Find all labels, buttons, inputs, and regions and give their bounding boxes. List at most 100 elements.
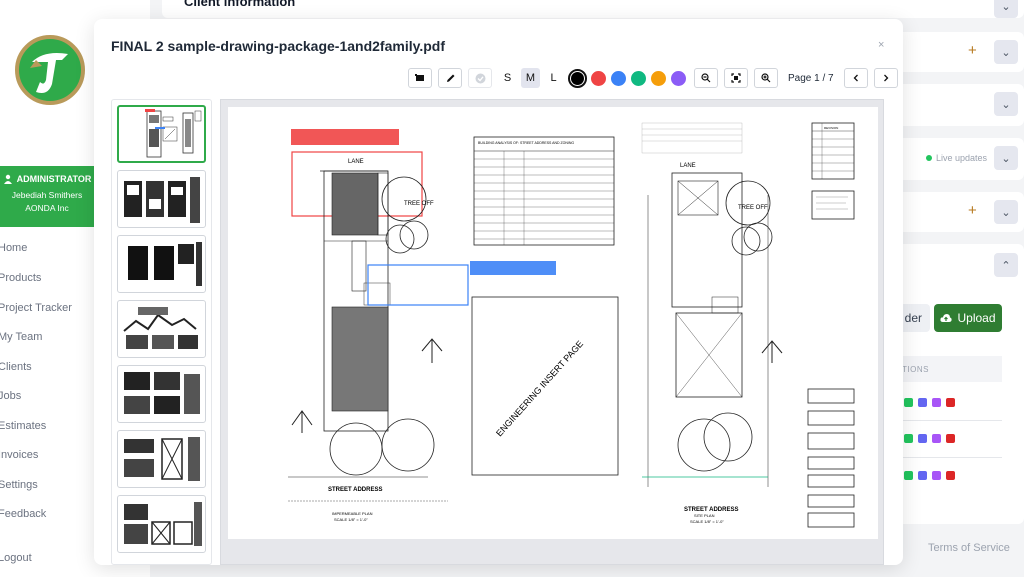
scale-label: SCALE 1/8" = 1'-0"	[690, 519, 724, 524]
rectangle-tool-button[interactable]	[408, 68, 432, 88]
lane-label: LANE	[680, 163, 696, 169]
plus-icon[interactable]: +	[968, 202, 977, 219]
section-title: Client information	[184, 0, 296, 9]
row-actions	[904, 471, 955, 480]
architectural-drawing: LANE TREE OFF STREET ADDRESS IMPERMEABLE…	[288, 122, 855, 528]
page-thumbnail-2[interactable]	[117, 170, 206, 228]
zoom-out-button[interactable]	[694, 68, 718, 88]
upload-button[interactable]: Upload	[934, 304, 1002, 332]
chevron-down-icon[interactable]: ⌄	[994, 146, 1018, 170]
user-icon	[3, 174, 12, 184]
download-icon[interactable]	[904, 398, 913, 407]
size-large-button[interactable]: L	[544, 68, 563, 88]
pdf-canvas[interactable]: LANE TREE OFF STREET ADDRESS IMPERMEABLE…	[220, 99, 884, 565]
cloud-upload-icon	[940, 314, 953, 322]
page-thumbnails	[111, 99, 212, 565]
lane-label: LANE	[348, 159, 364, 165]
nav-jobs[interactable]: Jobs	[0, 390, 21, 402]
pdf-viewer-modal: FINAL 2 sample-drawing-package-1and2fami…	[94, 19, 903, 565]
pen-tool-button[interactable]	[438, 68, 462, 88]
nav-settings[interactable]: Settings	[0, 479, 38, 491]
scale-label: SCALE 1/8" = 1'-0"	[334, 517, 368, 522]
page-thumbnail-3[interactable]	[117, 235, 206, 293]
nav-project-tracker[interactable]: Project Tracker	[0, 302, 72, 314]
page-thumbnail-6[interactable]	[117, 430, 206, 488]
color-swatch-blue[interactable]	[611, 70, 626, 86]
admin-card[interactable]: ADMINISTRATOR Jebediah Smithers AONDA In…	[0, 166, 94, 227]
plus-icon[interactable]: +	[968, 42, 977, 59]
color-swatch-red[interactable]	[591, 70, 606, 86]
confirm-button[interactable]	[468, 68, 492, 88]
mail-icon[interactable]	[932, 434, 941, 443]
delete-icon[interactable]	[946, 471, 955, 480]
actions-column-header: TIONS	[890, 356, 1002, 382]
folder-icon[interactable]	[918, 398, 927, 407]
size-small-button[interactable]: S	[498, 68, 517, 88]
terms-of-service-link[interactable]: Terms of Service	[928, 542, 1010, 554]
nav-products[interactable]: Products	[0, 272, 41, 284]
thumbnail-drawing	[124, 372, 200, 414]
thumbnail-drawing	[128, 242, 202, 286]
tree-label: TREE OFF	[404, 201, 434, 207]
zoom-out-icon	[701, 73, 711, 83]
chevron-up-icon[interactable]: ⌃	[994, 253, 1018, 277]
thumbnail-drawing	[124, 437, 200, 481]
building-analysis-title: BUILDING ANALYSIS OF: STREET ADDRESS AND…	[478, 141, 574, 145]
nav-feedback[interactable]: Feedback	[0, 508, 46, 520]
rectangle-icon	[415, 74, 424, 81]
nav-estimates[interactable]: Estimates	[0, 420, 46, 432]
thumbnail-drawing	[124, 502, 202, 546]
site-plan-label: SITE PLAN	[694, 513, 715, 518]
chevron-right-icon	[883, 74, 889, 82]
download-icon[interactable]	[904, 471, 913, 480]
revision-table	[811, 122, 855, 180]
row-actions	[904, 434, 955, 443]
close-icon[interactable]: ×	[878, 39, 884, 51]
admin-user-name: Jebediah Smithers	[11, 190, 83, 200]
delete-icon[interactable]	[946, 398, 955, 407]
previous-page-button[interactable]	[843, 68, 868, 88]
page-thumbnail-5[interactable]	[117, 365, 206, 423]
color-swatch-purple[interactable]	[671, 70, 686, 86]
next-page-button[interactable]	[873, 68, 898, 88]
status-dot-icon	[926, 155, 932, 161]
page-thumbnail-4[interactable]	[117, 300, 206, 358]
nav-invoices[interactable]: Invoices	[0, 449, 38, 461]
check-circle-icon	[475, 73, 485, 83]
chevron-down-icon[interactable]: ⌄	[994, 92, 1018, 116]
nav-clients[interactable]: Clients	[0, 361, 32, 373]
annotation-red-label	[291, 129, 399, 145]
color-swatch-orange[interactable]	[651, 70, 666, 86]
annotation-toolbar: S M L Page 1 / 7	[408, 68, 898, 88]
chevron-down-icon[interactable]: ⌄	[994, 0, 1018, 18]
folder-icon[interactable]	[918, 471, 927, 480]
nav-home[interactable]: Home	[0, 242, 27, 254]
tree-label: TREE OFF	[738, 205, 768, 211]
nav-my-team[interactable]: My Team	[0, 331, 42, 343]
fit-page-button[interactable]	[724, 68, 748, 88]
impermeable-plan-label: IMPERMEABLE PLAN	[332, 511, 373, 516]
color-swatch-black[interactable]	[568, 68, 587, 88]
page-thumbnail-7[interactable]	[117, 495, 206, 553]
zoom-in-button[interactable]	[754, 68, 778, 88]
size-medium-button[interactable]: M	[521, 68, 540, 88]
company-logo	[15, 35, 85, 105]
chevron-down-icon[interactable]: ⌄	[994, 200, 1018, 224]
chevron-left-icon	[853, 74, 858, 82]
mail-icon[interactable]	[932, 471, 941, 480]
pdf-page: LANE TREE OFF STREET ADDRESS IMPERMEABLE…	[228, 107, 878, 539]
download-icon[interactable]	[904, 434, 913, 443]
folder-icon[interactable]	[918, 434, 927, 443]
page-indicator: Page 1 / 7	[788, 72, 834, 84]
north-arrow-icon	[761, 340, 783, 363]
nav-logout[interactable]: Logout	[0, 552, 32, 564]
mail-icon[interactable]	[932, 398, 941, 407]
chevron-down-icon[interactable]: ⌄	[994, 40, 1018, 64]
page-thumbnail-1[interactable]	[117, 105, 206, 163]
admin-company: AONDA Inc	[25, 203, 69, 213]
annotation-blue-box	[367, 264, 469, 306]
row-actions	[904, 398, 955, 407]
admin-role-label: ADMINISTRATOR	[16, 174, 92, 184]
color-swatch-green[interactable]	[631, 70, 646, 86]
delete-icon[interactable]	[946, 434, 955, 443]
